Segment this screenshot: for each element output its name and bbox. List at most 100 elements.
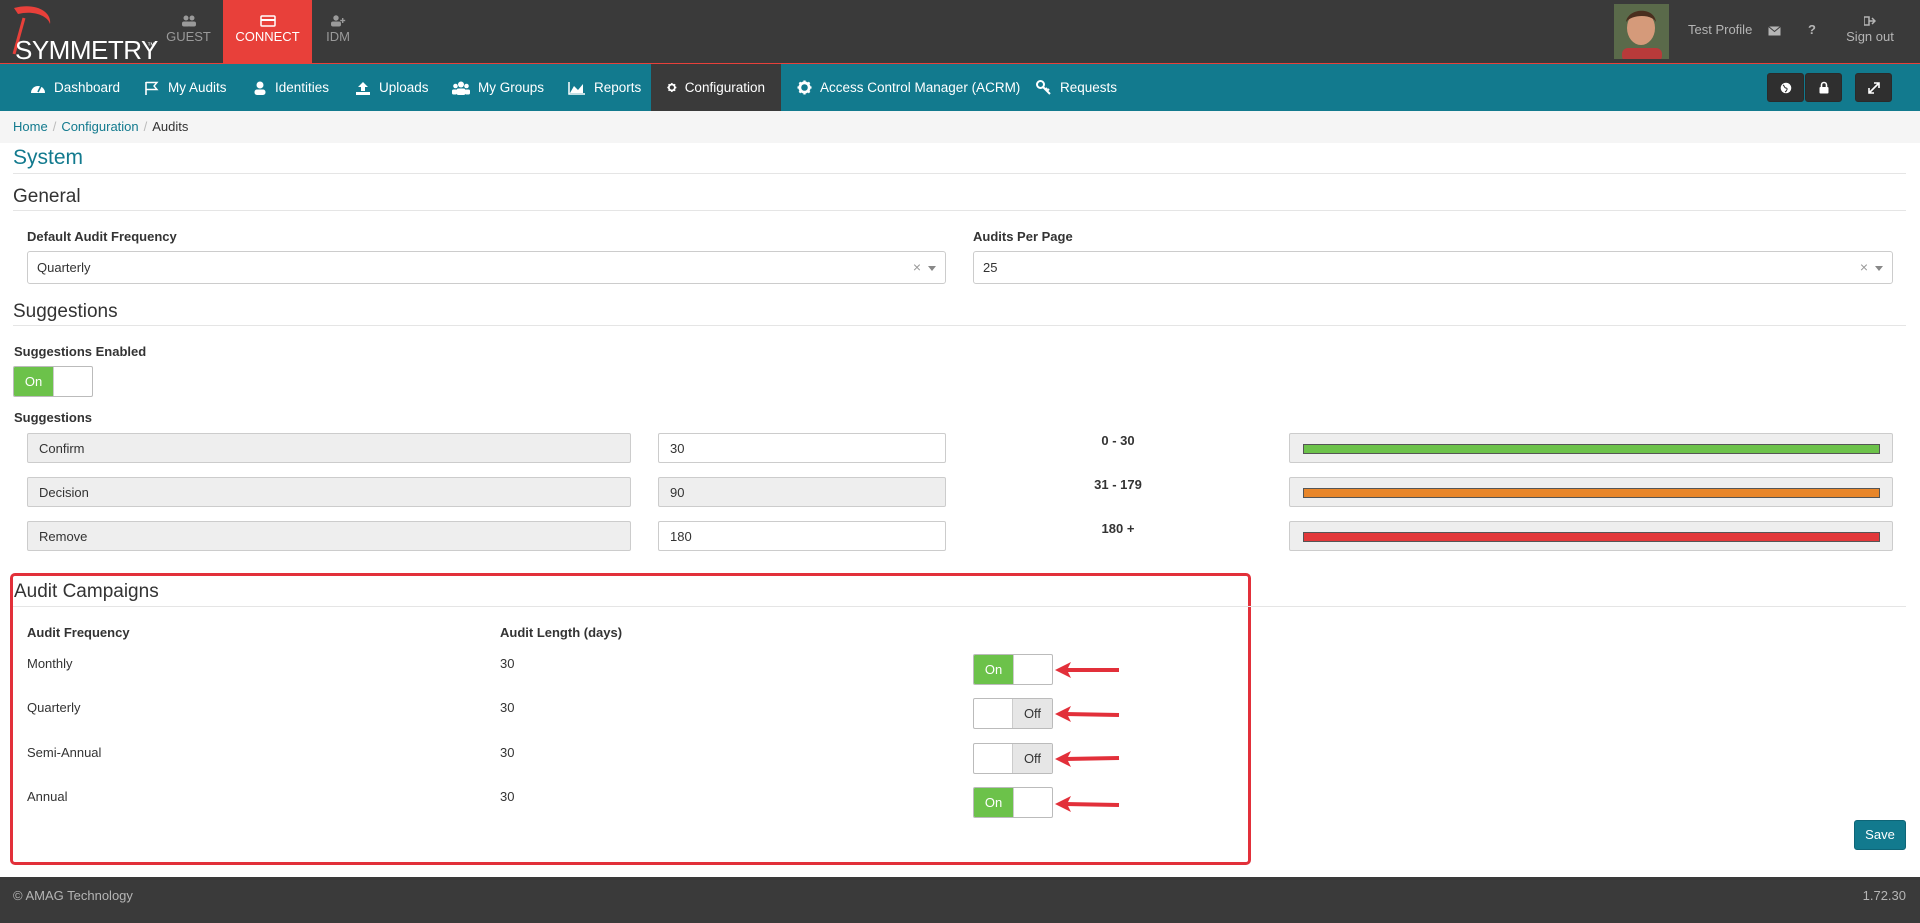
nav-label: Dashboard xyxy=(54,80,121,95)
color-fill xyxy=(1303,488,1880,498)
breadcrumb-home[interactable]: Home xyxy=(13,119,48,134)
breadcrumb-configuration[interactable]: Configuration xyxy=(61,119,138,134)
gear-icon xyxy=(667,82,677,93)
col-header-frequency: Audit Frequency xyxy=(27,625,130,640)
breadcrumb-separator: / xyxy=(143,119,148,134)
profile-link[interactable]: Test Profile xyxy=(1688,22,1752,37)
annotation-arrow-icon xyxy=(1055,706,1120,722)
globe-button[interactable] xyxy=(1767,73,1804,102)
audits-per-page-value: 25 xyxy=(983,260,998,275)
chevron-down-icon[interactable] xyxy=(928,266,936,271)
nav-configuration[interactable]: Configuration xyxy=(651,64,781,111)
toggle-on-label: On xyxy=(974,788,1014,817)
users-icon xyxy=(181,15,196,27)
chevron-down-icon[interactable] xyxy=(1875,266,1883,271)
lock-button[interactable] xyxy=(1805,73,1842,102)
suggestion-value: 90 xyxy=(670,485,685,500)
annotation-arrow-icon xyxy=(1055,796,1120,812)
key-icon xyxy=(1036,80,1051,95)
nav-uploads[interactable]: Uploads xyxy=(355,64,429,111)
app-connect-label: CONNECT xyxy=(235,29,300,44)
app-idm-label: IDM xyxy=(326,29,350,44)
save-button[interactable]: Save xyxy=(1854,820,1906,850)
signout-icon xyxy=(1863,16,1877,26)
campaign-frequency-quarterly: Quarterly xyxy=(27,700,81,715)
copyright: © AMAG Technology xyxy=(13,888,133,903)
app-guest[interactable]: GUEST xyxy=(144,0,233,63)
col-header-length: Audit Length (days) xyxy=(500,625,623,640)
campaign-toggle-annual[interactable]: On xyxy=(973,787,1053,818)
nav-requests[interactable]: Requests xyxy=(1036,64,1117,111)
nav-dashboard[interactable]: Dashboard xyxy=(30,64,120,111)
area-chart-icon xyxy=(568,81,585,95)
fullscreen-button[interactable] xyxy=(1855,73,1892,102)
upload-icon xyxy=(356,81,370,95)
avatar-image xyxy=(1614,4,1669,59)
campaign-frequency-annual: Annual xyxy=(27,789,68,804)
mail-icon[interactable] xyxy=(1768,24,1781,39)
user-icon xyxy=(254,81,266,95)
expand-icon xyxy=(1867,81,1880,94)
campaign-toggle-monthly[interactable]: On xyxy=(973,654,1053,685)
campaign-frequency-semi-annual: Semi-Annual xyxy=(27,745,102,760)
suggestion-color-bar-decision[interactable] xyxy=(1289,477,1893,507)
suggestion-name-decision: Decision xyxy=(27,477,631,507)
nav-label: Identities xyxy=(275,80,330,95)
toggle-off-label: Off xyxy=(1012,699,1052,728)
suggestion-color-bar-remove[interactable] xyxy=(1289,521,1893,551)
suggestion-name: Confirm xyxy=(39,441,85,456)
app-idm[interactable]: IDM xyxy=(293,0,383,63)
nav-my-groups[interactable]: My Groups xyxy=(452,64,544,111)
toggle-on-label: On xyxy=(14,367,54,396)
group-icon xyxy=(452,81,470,95)
toggle-on-label: On xyxy=(974,655,1014,684)
suggestion-range-remove: 180 + xyxy=(1101,521,1135,536)
default-frequency-label: Default Audit Frequency xyxy=(27,229,177,244)
symmetry-logo[interactable]: SYMMETRY ™ xyxy=(6,4,158,65)
breadcrumb-current: Audits xyxy=(152,119,189,134)
color-fill xyxy=(1303,532,1880,542)
campaign-length-quarterly: 30 xyxy=(500,700,515,715)
breadcrumb-separator: / xyxy=(52,119,57,134)
campaign-length-monthly: 30 xyxy=(500,656,515,671)
default-frequency-value: Quarterly xyxy=(37,260,91,275)
avatar[interactable] xyxy=(1614,4,1669,59)
nav-label: Requests xyxy=(1060,80,1118,95)
suggestions-enabled-toggle[interactable]: On xyxy=(13,366,93,397)
nav-label: My Audits xyxy=(168,80,227,95)
clear-icon[interactable]: × xyxy=(1860,259,1868,275)
divider xyxy=(13,606,1906,607)
help-icon[interactable]: ? xyxy=(1808,22,1816,37)
flag-icon xyxy=(145,81,159,95)
suggestion-range-decision: 31 - 179 xyxy=(1094,477,1142,492)
nav-label: My Groups xyxy=(478,80,545,95)
suggestion-value-confirm[interactable]: 30 xyxy=(658,433,946,463)
suggestion-value: 180 xyxy=(670,529,692,544)
campaign-toggle-quarterly[interactable]: Off xyxy=(973,698,1053,729)
suggestion-color-bar-confirm[interactable] xyxy=(1289,433,1893,463)
suggestion-name: Remove xyxy=(39,529,88,544)
audits-per-page-select[interactable]: 25 × xyxy=(973,251,1893,284)
dashboard-icon xyxy=(31,85,45,93)
lock-icon xyxy=(1819,81,1828,94)
nav-identities[interactable]: Identities xyxy=(253,64,329,111)
annotation-arrow-icon xyxy=(1055,751,1120,767)
nav-my-audits[interactable]: My Audits xyxy=(144,64,227,111)
footer: © AMAG Technology 1.72.30 xyxy=(0,877,1920,923)
signout-link[interactable]: Sign out xyxy=(1843,14,1897,44)
suggestion-name-confirm: Confirm xyxy=(27,433,631,463)
suggestion-name: Decision xyxy=(39,485,89,500)
campaign-length-semi-annual: 30 xyxy=(500,745,515,760)
suggestion-value-remove[interactable]: 180 xyxy=(658,521,946,551)
clear-icon[interactable]: × xyxy=(913,259,921,275)
campaign-length-annual: 30 xyxy=(500,789,515,804)
nav-acrm[interactable]: Access Control Manager (ACRM) xyxy=(797,64,1020,111)
nav-reports[interactable]: Reports xyxy=(568,64,641,111)
card-icon xyxy=(259,15,276,27)
suggestion-name-remove: Remove xyxy=(27,521,631,551)
toggle-off-label: Off xyxy=(1012,744,1052,773)
divider xyxy=(13,210,1906,211)
top-bar: SYMMETRY ™ GUEST CONNECT IDM Test Profil… xyxy=(0,0,1920,65)
default-frequency-select[interactable]: Quarterly × xyxy=(27,251,946,284)
campaign-toggle-semi-annual[interactable]: Off xyxy=(973,743,1053,774)
